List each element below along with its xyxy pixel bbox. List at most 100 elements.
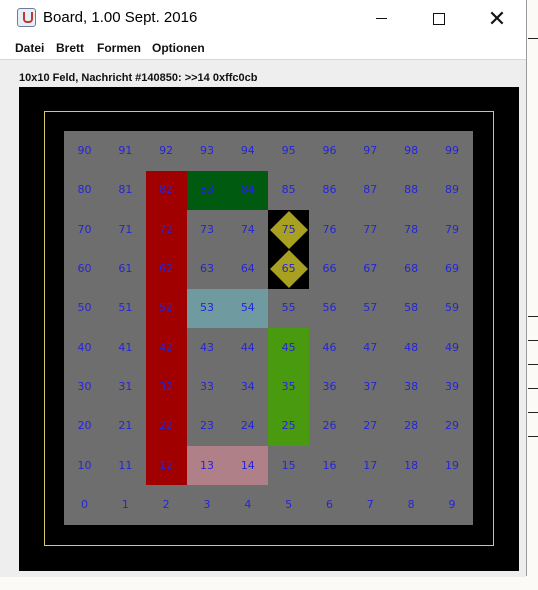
field-number: 75 [281,222,296,236]
bg-rule [528,436,538,437]
field-number: 28 [404,419,419,433]
field-number: 65 [281,261,296,275]
field-number: 84 [240,183,255,197]
field-number: 69 [444,261,459,275]
field-number: 27 [363,419,378,433]
window-title: Board, 1.00 Sept. 2016 [43,9,198,26]
field-number: 24 [240,419,255,433]
field-number: 20 [77,419,92,433]
menu-formen[interactable]: Formen [97,41,141,55]
field-number: 89 [444,183,459,197]
field-number: 93 [199,144,214,157]
field-number: 80 [77,183,92,197]
field-number: 8 [407,497,415,511]
field-number: 45 [281,340,296,354]
field-number: 77 [363,222,378,236]
field-number: 71 [118,222,133,236]
field-number: 54 [240,301,255,315]
field-number: 17 [363,458,378,472]
board-window: Board, 1.00 Sept. 2016 ✕ Datei Brett For… [0,0,527,577]
menu-brett[interactable]: Brett [56,41,84,55]
field-number: 32 [159,379,174,393]
field-number: 23 [199,419,214,433]
bg-rule [528,38,538,39]
field-number: 21 [118,419,133,433]
field-number: 44 [240,340,255,354]
field-number: 99 [444,144,459,157]
field-number: 19 [444,458,459,472]
bg-rule [528,412,538,413]
field-number: 55 [281,301,296,315]
field-number: 30 [77,379,92,393]
field-number: 96 [322,144,337,157]
status-message: 10x10 Feld, Nachricht #140850: >>14 0xff… [19,72,258,84]
field-number: 85 [281,183,296,197]
field-number: 81 [118,183,133,197]
field-number: 61 [118,261,133,275]
field-number: 26 [322,419,337,433]
field-number: 48 [404,340,419,354]
field-number: 73 [199,222,214,236]
field-number: 0 [81,497,88,511]
java-app-icon [17,8,36,27]
field-number: 97 [363,144,378,157]
field-number: 82 [159,183,174,197]
field-number: 5 [285,497,293,511]
field-number: 78 [404,222,419,236]
field-number: 1 [121,497,129,511]
field-number: 94 [240,144,255,157]
bg-rule [528,364,538,365]
field-number: 46 [322,340,337,354]
field-number: 83 [199,183,214,197]
field-number: 43 [199,340,214,354]
close-icon: ✕ [487,5,507,31]
field-number: 98 [404,144,419,157]
red-column [146,171,187,485]
field-number: 9 [448,497,456,511]
field-number: 62 [159,261,174,275]
field-number: 79 [444,222,459,236]
field-number: 86 [322,183,337,197]
field-number: 74 [240,222,255,236]
field-number: 22 [159,419,174,433]
maximize-icon [433,12,445,25]
close-button[interactable]: ✕ [468,0,526,37]
field-number: 95 [281,144,296,157]
field-number: 88 [404,183,419,197]
maximize-button[interactable] [410,0,468,37]
field-number: 59 [444,301,459,315]
menu-optionen[interactable]: Optionen [152,41,205,55]
field-number: 91 [118,144,133,157]
bg-rule [528,388,538,389]
field-number: 66 [322,261,337,275]
field-number: 3 [203,497,211,511]
field-number: 29 [444,419,459,433]
field-number: 47 [363,340,378,354]
field-number: 4 [244,497,252,511]
game-board[interactable]: 90 91 92 93 94 95 96 97 98 99 80 81 82 83 84 85 86 87 88 89… [64,131,473,525]
menu-datei[interactable]: Datei [15,41,44,55]
menu-bar: Datei Brett Formen Optionen [0,37,526,59]
field-number: 50 [77,301,92,315]
field-number: 12 [159,458,174,472]
title-bar[interactable]: Board, 1.00 Sept. 2016 ✕ [0,0,526,37]
field-number: 37 [363,379,378,393]
field-number: 87 [363,183,378,197]
field-number: 52 [159,301,174,315]
field-number: 36 [322,379,337,393]
field-number: 67 [363,261,378,275]
minimize-button[interactable] [352,0,410,37]
field-number: 38 [404,379,419,393]
field-number: 34 [240,379,255,393]
field-number: 57 [363,301,378,315]
field-number: 68 [404,261,419,275]
field-number: 90 [77,144,92,157]
field-number: 51 [118,301,133,315]
field-number: 31 [118,379,133,393]
field-number: 35 [281,379,296,393]
field-number: 7 [366,497,374,511]
field-number: 76 [322,222,337,236]
field-number: 58 [404,301,419,315]
field-number: 6 [325,497,333,511]
field-number: 56 [322,301,337,315]
